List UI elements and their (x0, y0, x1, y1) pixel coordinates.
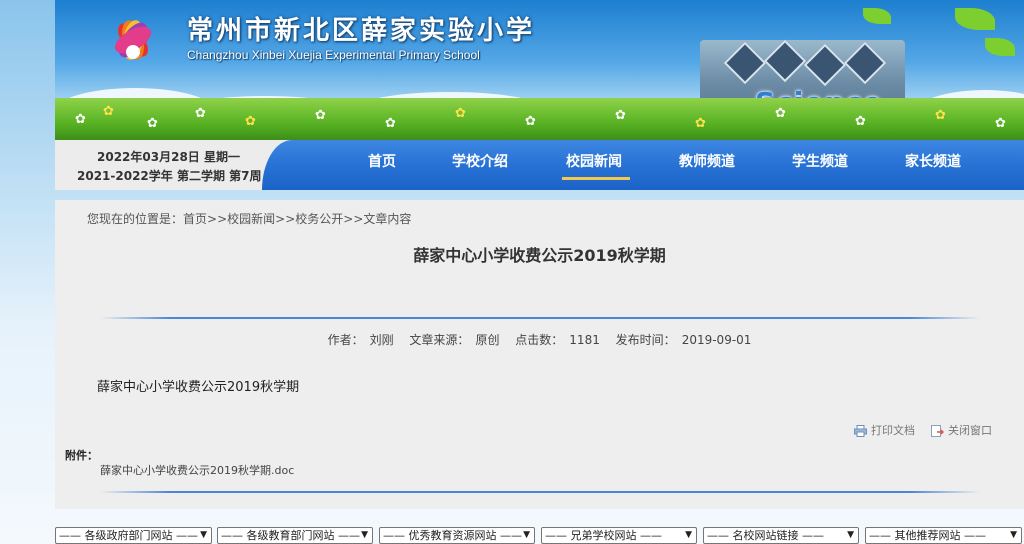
clicks-value: 1181 (569, 333, 600, 347)
flower-icon: ✿ (147, 116, 158, 131)
flower-icon: ✿ (195, 106, 206, 121)
flower-icon: ✿ (775, 106, 786, 121)
article-title: 薛家中心小学收费公示2019秋学期 (413, 246, 666, 265)
bottom-divider (100, 491, 980, 493)
nav-item-home[interactable]: 首页 (368, 140, 396, 184)
article-panel: 您现在的位置是：首页>>校园新闻>>校务公开>>文章内容 薛家中心小学收费公示2… (55, 200, 1024, 509)
print-label: 打印文档 (871, 424, 915, 437)
author-value: 刘刚 (369, 333, 394, 347)
chevron-down-icon: ▼ (847, 530, 854, 540)
breadcrumb: 您现在的位置是：首页>>校园新闻>>校务公开>>文章内容 (87, 210, 411, 227)
flower-icon: ✿ (995, 116, 1006, 131)
flower-icon: ✿ (525, 114, 536, 129)
breadcrumb-campus-news[interactable]: 校园新闻 (227, 212, 275, 226)
leaf-icon (955, 8, 995, 30)
select-famous-schools[interactable]: —— 名校网站链接 —— ▼ (703, 527, 859, 544)
select-recommended-sites-value: —— 其他推荐网站 —— (869, 529, 986, 542)
flower-icon: ✿ (385, 116, 396, 131)
article-body: 薛家中心小学收费公示2019秋学期 (97, 380, 300, 395)
article-meta: 作者： 刘刚 文章来源： 原创 点击数： 1181 发布时间： 2019-09-01 (55, 331, 1024, 348)
select-education-sites-value: —— 各级教育部门网站 —— (221, 529, 360, 542)
printer-icon (854, 425, 867, 437)
chevron-down-icon: ▼ (200, 530, 207, 540)
header-banner: Science ✿ ✿ ✿ ✿ ✿ ✿ ✿ ✿ ✿ ✿ ✿ ✿ ✿ ✿ ✿ 常州… (55, 0, 1024, 140)
nav-item-school-intro[interactable]: 学校介绍 (452, 140, 508, 184)
select-recommended-sites[interactable]: —— 其他推荐网站 —— ▼ (865, 527, 1022, 544)
select-sister-schools-value: —— 兄弟学校网站 —— (545, 529, 662, 542)
chevron-down-icon: ▼ (523, 530, 530, 540)
photo-hex (803, 43, 847, 87)
nav-item-student[interactable]: 学生频道 (792, 140, 848, 184)
title-divider (100, 317, 980, 319)
select-resource-sites-value: —— 优秀教育资源网站 —— (383, 529, 522, 542)
breadcrumb-prefix: 您现在的位置是： (87, 212, 184, 226)
flower-icon: ✿ (455, 106, 466, 121)
flower-icon: ✿ (935, 108, 946, 123)
print-button[interactable]: 打印文档 (854, 422, 915, 438)
breadcrumb-separator: >> (343, 212, 364, 226)
breadcrumb-home[interactable]: 首页 (183, 212, 207, 226)
flower-icon: ✿ (245, 114, 256, 129)
flower-icon: ✿ (855, 114, 866, 129)
flower-icon: ✿ (103, 104, 114, 119)
attachment-link[interactable]: 薛家中心小学收费公示2019秋学期.doc (100, 462, 294, 478)
date-panel: 2022年03月28日 星期一 2021-2022学年 第二学期 第7周 (55, 140, 290, 190)
flower-icon: ✿ (315, 108, 326, 123)
select-famous-schools-value: —— 名校网站链接 —— (707, 529, 824, 542)
source-value: 原创 (475, 333, 500, 347)
flower-icon: ✿ (615, 108, 626, 123)
close-window-icon (931, 424, 944, 437)
close-window-label: 关闭窗口 (948, 424, 992, 437)
published-label: 发布时间： (615, 333, 676, 347)
published-value: 2019-09-01 (681, 333, 752, 347)
select-education-sites[interactable]: —— 各级教育部门网站 —— ▼ (217, 527, 373, 544)
select-resource-sites[interactable]: —— 优秀教育资源网站 —— ▼ (379, 527, 535, 544)
school-logo-icon (114, 20, 152, 60)
select-government-sites-value: —— 各级政府部门网站 —— (59, 529, 198, 542)
chevron-down-icon: ▼ (361, 530, 368, 540)
flower-icon: ✿ (695, 116, 706, 131)
chevron-down-icon: ▼ (685, 530, 692, 540)
breadcrumb-separator: >> (275, 212, 296, 226)
photo-hex (843, 41, 887, 85)
attachment-label: 附件： (65, 449, 98, 462)
nav-item-parent[interactable]: 家长频道 (905, 140, 961, 184)
school-name-en: Changzhou Xinbei Xuejia Experimental Pri… (187, 48, 480, 62)
breadcrumb-separator: >> (207, 212, 228, 226)
close-window-button[interactable]: 关闭窗口 (931, 422, 992, 438)
clicks-label: 点击数： (515, 333, 564, 347)
chevron-down-icon: ▼ (1010, 530, 1017, 540)
school-name-cn: 常州市新北区薛家实验小学 (187, 16, 536, 46)
breadcrumb-current: 文章内容 (363, 212, 412, 226)
nav-active-indicator (562, 177, 630, 180)
author-label: 作者： (327, 333, 364, 347)
leaf-icon (985, 38, 1015, 56)
breadcrumb-school-affairs[interactable]: 校务公开 (295, 212, 343, 226)
nav-item-teacher[interactable]: 教师频道 (679, 140, 735, 184)
source-label: 文章来源： (409, 333, 470, 347)
flower-icon: ✿ (75, 112, 86, 127)
photo-hex (763, 39, 807, 83)
photo-hex (723, 41, 767, 85)
select-sister-schools[interactable]: —— 兄弟学校网站 —— ▼ (541, 527, 697, 544)
select-government-sites[interactable]: —— 各级政府部门网站 —— ▼ (55, 527, 212, 544)
leaf-icon (863, 8, 891, 24)
main-nav: 首页 学校介绍 校园新闻 教师频道 学生频道 家长频道 (262, 140, 1024, 190)
